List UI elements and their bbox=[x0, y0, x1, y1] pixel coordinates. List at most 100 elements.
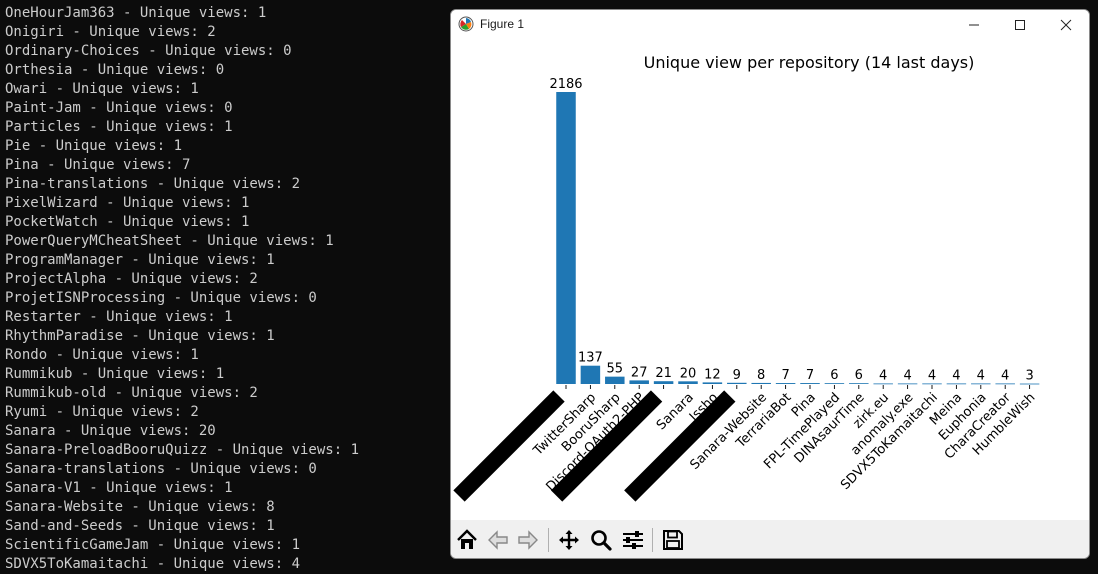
close-icon bbox=[1060, 19, 1072, 31]
bar-value-label: 3 bbox=[1025, 369, 1033, 384]
terminal-line: PixelWizard - Unique views: 1 bbox=[5, 195, 250, 211]
zoom-icon bbox=[590, 529, 612, 551]
bar bbox=[751, 382, 771, 384]
terminal-line: Paint-Jam - Unique views: 0 bbox=[5, 100, 233, 116]
terminal-line: Pina - Unique views: 7 bbox=[5, 157, 191, 173]
terminal-line: Pie - Unique views: 1 bbox=[5, 138, 183, 154]
pan-button[interactable] bbox=[554, 525, 583, 554]
terminal-line: Owari - Unique views: 1 bbox=[5, 81, 199, 97]
bar-value-label: 20 bbox=[680, 366, 697, 381]
terminal-line: ScientificGameJam - Unique views: 1 bbox=[5, 537, 301, 553]
terminal-line: Particles - Unique views: 1 bbox=[5, 119, 233, 135]
home-icon bbox=[456, 528, 477, 549]
back-icon bbox=[487, 529, 508, 550]
bar bbox=[873, 383, 893, 385]
terminal-line: Sand-and-Seeds - Unique views: 1 bbox=[5, 518, 275, 534]
bar bbox=[897, 383, 918, 385]
terminal-line: Onigiri - Unique views: 2 bbox=[5, 24, 216, 40]
bar-value-label: 4 bbox=[903, 368, 911, 383]
forward-button[interactable] bbox=[513, 525, 542, 554]
terminal-line: OneHourJam363 - Unique views: 1 bbox=[5, 5, 267, 21]
bar bbox=[678, 381, 698, 384]
bar bbox=[775, 383, 796, 384]
minimize-button[interactable] bbox=[951, 10, 997, 40]
terminal-line: Rondo - Unique views: 1 bbox=[5, 347, 199, 363]
bar bbox=[824, 383, 845, 384]
terminal-line: ProgramManager - Unique views: 1 bbox=[5, 252, 275, 268]
terminal-line: Rummikub - Unique views: 1 bbox=[5, 366, 225, 382]
bar-value-label: 2186 bbox=[549, 77, 582, 92]
terminal-line: Ordinary-Choices - Unique views: 0 bbox=[5, 43, 292, 59]
save-button[interactable] bbox=[658, 525, 687, 554]
terminal-line: Sanara - Unique views: 20 bbox=[5, 423, 216, 439]
bar bbox=[629, 380, 649, 384]
bar bbox=[653, 381, 674, 384]
bar-chart: Unique view per repository (14 last days… bbox=[453, 53, 1040, 502]
terminal-line: RhythmParadise - Unique views: 1 bbox=[5, 328, 275, 344]
close-button[interactable] bbox=[1043, 10, 1089, 40]
bar bbox=[849, 383, 869, 384]
title-bar: Figure 1 bbox=[451, 10, 1089, 40]
window-title: Figure 1 bbox=[480, 17, 525, 31]
terminal-line: SDVX5ToKamaitachi - Unique views: 4 bbox=[5, 556, 301, 572]
bar-value-label: 137 bbox=[578, 351, 603, 366]
bar-value-label: 27 bbox=[631, 365, 648, 380]
bar bbox=[727, 382, 747, 384]
terminal-line: Sanara-translations - Unique views: 0 bbox=[5, 461, 317, 477]
terminal-line: ProjetISNProcessing - Unique views: 0 bbox=[5, 290, 317, 306]
bar-value-label: 6 bbox=[830, 368, 838, 383]
configure-subplots-button[interactable] bbox=[618, 525, 647, 554]
bar bbox=[580, 365, 601, 384]
bar-value-label: 21 bbox=[655, 366, 672, 381]
bar-value-label: 4 bbox=[977, 368, 985, 383]
save-icon bbox=[662, 529, 683, 550]
bar-value-label: 4 bbox=[928, 368, 936, 383]
toolbar-separator bbox=[652, 528, 653, 552]
terminal-line: Rummikub-old - Unique views: 2 bbox=[5, 385, 258, 401]
terminal-line: Restarter - Unique views: 1 bbox=[5, 309, 233, 325]
bar bbox=[800, 383, 820, 384]
figure-window: Figure 1 Unique view per repository (14 … bbox=[450, 9, 1090, 559]
zoom-button[interactable] bbox=[586, 525, 615, 554]
terminal-line: Ryumi - Unique views: 2 bbox=[5, 404, 199, 420]
bar-value-label: 6 bbox=[855, 368, 863, 383]
bar bbox=[995, 383, 1015, 385]
bar bbox=[1019, 383, 1040, 385]
terminal-line: Sanara-PreloadBooruQuizz - Unique views:… bbox=[5, 442, 360, 458]
terminal-line: PowerQueryMCheatSheet - Unique views: 1 bbox=[5, 233, 334, 249]
minimize-icon bbox=[969, 24, 979, 26]
bar-value-label: 12 bbox=[704, 367, 721, 382]
terminal-line: Sanara-Website - Unique views: 8 bbox=[5, 499, 275, 515]
back-button[interactable] bbox=[483, 525, 512, 554]
bar-value-label: 8 bbox=[757, 368, 765, 383]
bar bbox=[702, 382, 723, 384]
forward-icon bbox=[517, 529, 538, 550]
bar-value-label: 4 bbox=[879, 368, 887, 383]
bar bbox=[605, 376, 625, 384]
bar-value-label: 7 bbox=[806, 368, 814, 383]
bar bbox=[922, 383, 942, 385]
navigation-toolbar bbox=[451, 520, 1089, 558]
terminal-line: PocketWatch - Unique views: 1 bbox=[5, 214, 250, 230]
terminal-line: Pina-translations - Unique views: 2 bbox=[5, 176, 301, 192]
terminal-output: OneHourJam363 - Unique views: 1 Onigiri -… bbox=[5, 4, 445, 574]
bar-value-label: 7 bbox=[781, 368, 789, 383]
maximize-icon bbox=[1015, 20, 1025, 30]
bar bbox=[971, 383, 991, 385]
matplotlib-icon bbox=[458, 16, 474, 32]
bar-value-label: 55 bbox=[607, 362, 624, 377]
bar-value-label: 9 bbox=[733, 368, 741, 383]
home-button[interactable] bbox=[452, 525, 481, 554]
configure-subplots-icon bbox=[622, 530, 643, 549]
plot-area[interactable]: Unique view per repository (14 last days… bbox=[451, 40, 1089, 520]
maximize-button[interactable] bbox=[997, 10, 1043, 40]
pan-icon bbox=[558, 529, 579, 550]
terminal-line: Sanara-V1 - Unique views: 1 bbox=[5, 480, 233, 496]
bar-value-label: 4 bbox=[952, 368, 960, 383]
terminal-line: Orthesia - Unique views: 0 bbox=[5, 62, 225, 78]
bar bbox=[556, 92, 576, 384]
toolbar-separator bbox=[548, 528, 549, 552]
chart-title: Unique view per repository (14 last days… bbox=[644, 53, 975, 72]
bar-value-label: 4 bbox=[1001, 368, 1009, 383]
bar bbox=[946, 383, 967, 385]
